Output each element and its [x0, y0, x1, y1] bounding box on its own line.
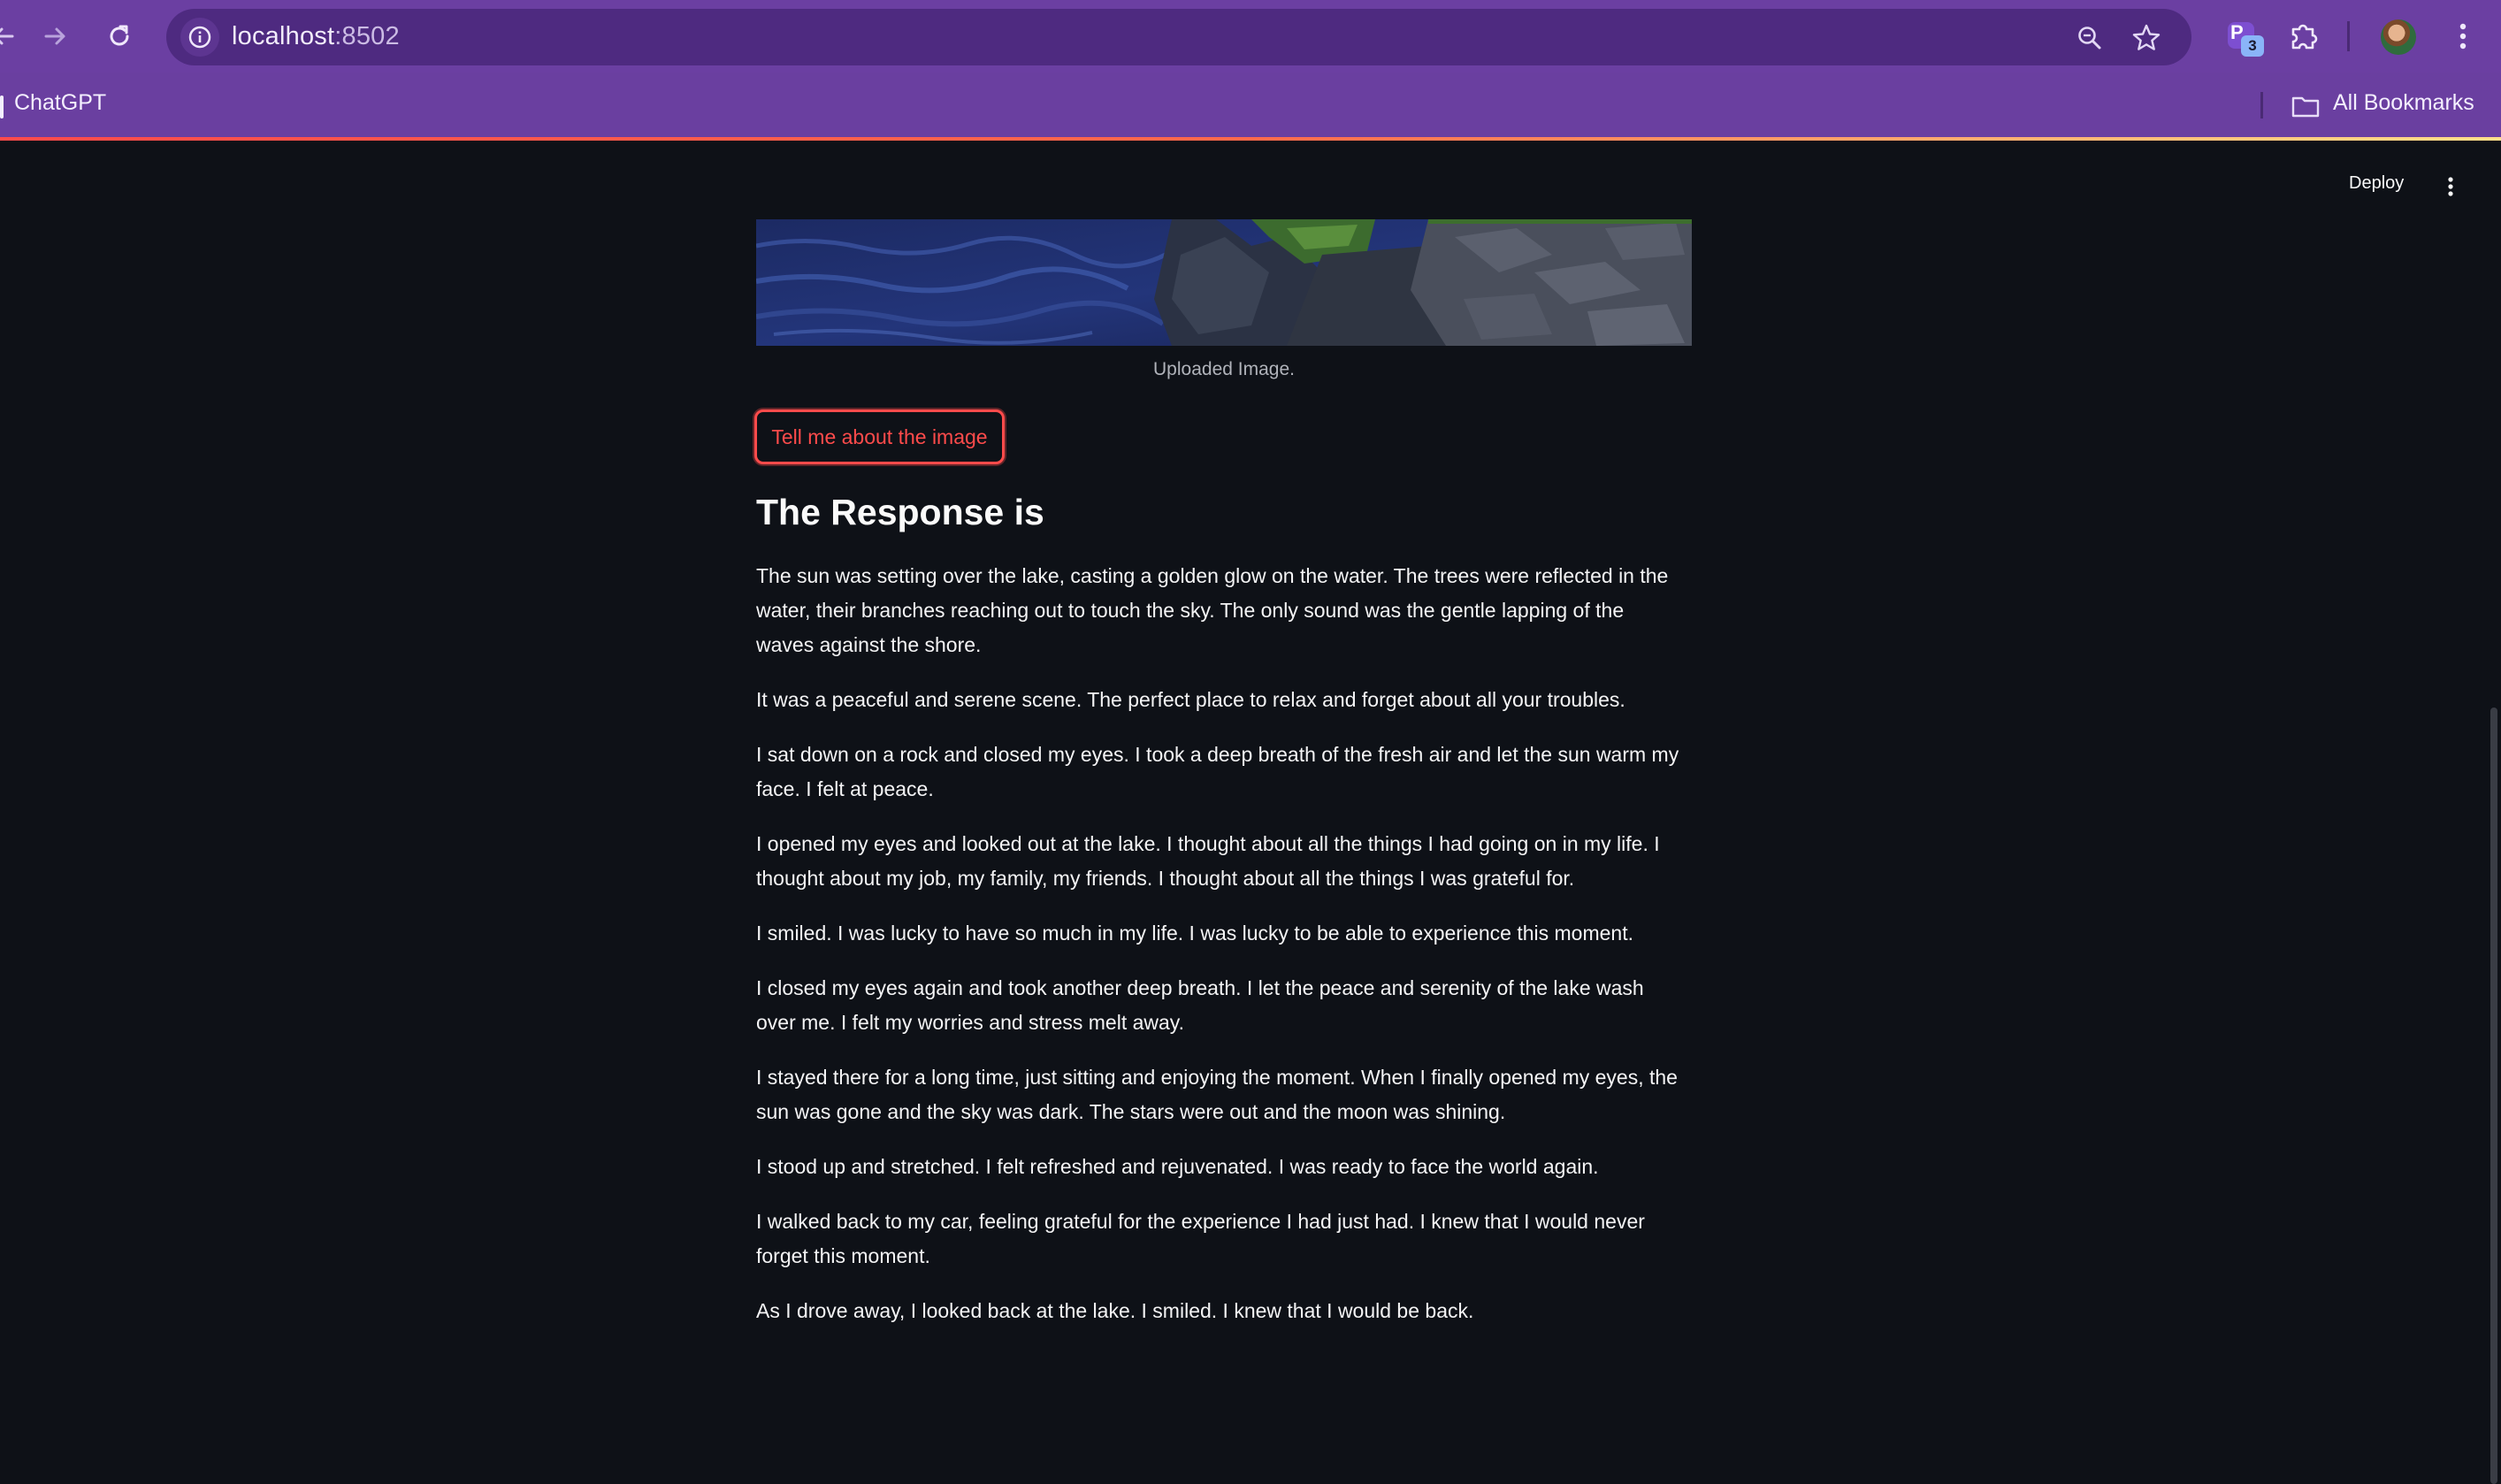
- response-paragraph: I stayed there for a long time, just sit…: [756, 1066, 1678, 1123]
- url-text[interactable]: localhost:8502: [232, 22, 400, 51]
- uploaded-image: [756, 219, 1692, 346]
- bookmarks-divider: [2260, 92, 2263, 119]
- response-paragraph: I stood up and stretched. I felt refresh…: [756, 1155, 1599, 1178]
- response-heading: The Response is: [756, 492, 1044, 532]
- bookmarks-bar: ChatGPT All Bookmarks: [0, 73, 2501, 138]
- response-paragraph: The sun was setting over the lake, casti…: [756, 564, 1669, 656]
- tell-me-about-image-button[interactable]: Tell me about the image: [754, 409, 1005, 464]
- response-paragraph: I closed my eyes again and took another …: [756, 976, 1644, 1034]
- response-paragraph: I sat down on a rock and closed my eyes.…: [756, 743, 1679, 800]
- zoom-icon[interactable]: [2073, 21, 2107, 55]
- reload-icon[interactable]: [97, 14, 141, 58]
- puzzle-icon[interactable]: [2283, 16, 2324, 57]
- deploy-button[interactable]: Deploy: [2349, 173, 2404, 194]
- response-paragraph: I walked back to my car, feeling gratefu…: [756, 1210, 1645, 1267]
- app-menu-icon[interactable]: [2439, 173, 2462, 200]
- all-bookmarks[interactable]: All Bookmarks: [2333, 90, 2474, 116]
- site-info-icon[interactable]: [180, 18, 219, 57]
- forward-icon[interactable]: [34, 14, 78, 58]
- response-paragraph: I opened my eyes and looked out at the l…: [756, 832, 1660, 890]
- response-paragraph: As I drove away, I looked back at the la…: [756, 1299, 1474, 1322]
- extension-badge: 3: [2241, 35, 2264, 57]
- menu-icon[interactable]: [2443, 16, 2483, 57]
- avatar[interactable]: [2381, 19, 2416, 55]
- browser-toolbar: localhost:8502 P 3: [0, 0, 2501, 73]
- folder-icon: [2291, 94, 2321, 123]
- response-text: The sun was setting over the lake, casti…: [756, 559, 1685, 1349]
- url-host: localhost: [232, 22, 335, 50]
- response-paragraph: It was a peaceful and serene scene. The …: [756, 688, 1625, 711]
- bookmark-favicon: [0, 96, 4, 119]
- back-icon[interactable]: [0, 14, 25, 58]
- response-paragraph: I smiled. I was lucky to have so much in…: [756, 922, 1633, 945]
- image-caption: Uploaded Image.: [1153, 359, 1295, 379]
- url-port: :8502: [334, 22, 400, 50]
- address-bar[interactable]: localhost:8502: [166, 9, 2191, 65]
- scrollbar[interactable]: [2490, 708, 2497, 1484]
- bookmark-chatgpt[interactable]: ChatGPT: [14, 90, 106, 116]
- toolbar-divider: [2347, 21, 2350, 51]
- star-icon[interactable]: [2130, 21, 2163, 55]
- header-decoration: [0, 137, 2501, 141]
